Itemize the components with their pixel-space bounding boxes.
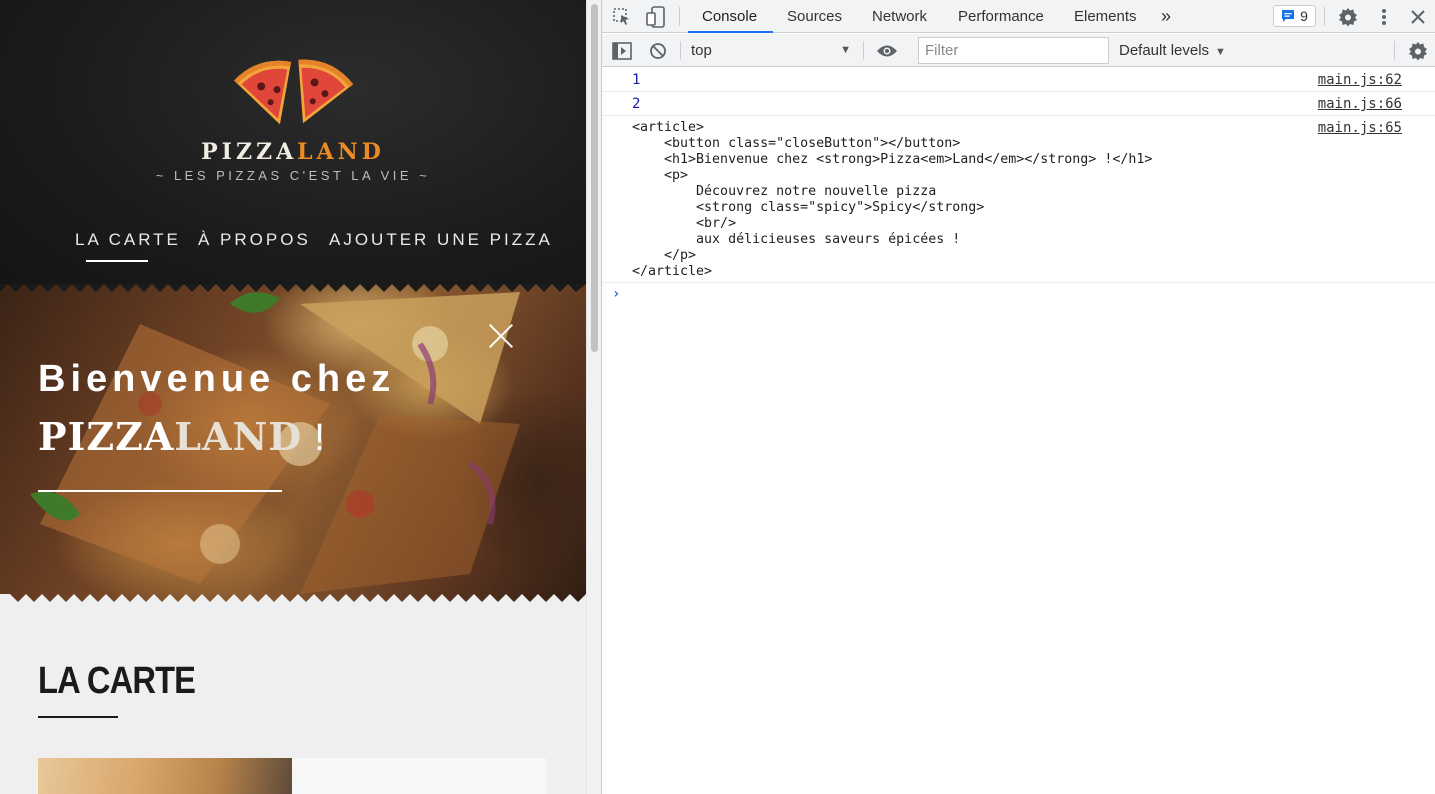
levels-dropdown-arrow-icon: ▼ [1215,46,1226,58]
tab-network[interactable]: Network [872,0,927,33]
logo-part-land: LAND [297,139,385,165]
console-output: 1 main.js:62 2 main.js:66 <article> <but… [602,68,1435,794]
device-toolbar-icon[interactable] [644,0,668,33]
issues-counter-button[interactable]: 9 [1273,5,1316,27]
log-levels-dropdown[interactable]: Default levels ▼ [1119,34,1226,67]
logo-part-pizza: PIZZA [201,139,298,165]
carte-title-divider [38,716,118,718]
console-log-row: <article> <button class="closeButton"></… [602,116,1435,283]
console-settings-gear-icon[interactable] [1406,34,1430,67]
hero-brand-land: LAND [174,414,303,459]
nav-item-a-propos[interactable]: À PROPOS [198,230,311,250]
log-source-link[interactable]: main.js:62 [1318,72,1402,88]
pizza-card-body[interactable] [292,758,546,794]
console-prompt-chevron-icon[interactable]: › [612,286,620,302]
nav-active-indicator [86,260,148,262]
devtools-panel: Console Sources Network Performance Elem… [602,0,1435,794]
log-source-link[interactable]: main.js:66 [1318,96,1402,112]
dropdown-arrow-icon: ▼ [840,44,851,56]
nav-item-ajouter-une-pizza[interactable]: AJOUTER UNE PIZZA [329,230,553,250]
hero-brand-pizza: PIZZA [38,414,175,459]
tab-console[interactable]: Console [702,0,757,33]
hero-heading-line1: Bienvenue chez [38,358,396,400]
js-context-select[interactable]: top ▼ [691,34,851,67]
devtools-tabbar: Console Sources Network Performance Elem… [602,0,1435,33]
toolbar-separator [680,41,681,60]
hero-banner: Bienvenue chez PIZZALAND! [0,284,586,606]
log-source-link[interactable]: main.js:65 [1318,120,1402,136]
site-tagline: ~ LES PIZZAS C'EST LA VIE ~ [155,168,431,183]
nav-item-la-carte[interactable]: LA CARTE [75,230,181,250]
toolbar-separator-2 [863,41,864,60]
main-nav: LA CARTE À PROPOS AJOUTER UNE PIZZA [0,230,586,262]
show-sidebar-icon[interactable] [610,34,634,67]
site-header: PIZZALAND ~ LES PIZZAS C'EST LA VIE ~ LA… [0,0,586,290]
inspect-element-icon[interactable] [610,0,634,33]
hero-brand: PIZZALAND! [38,414,326,460]
tabbar-separator [679,7,680,26]
message-icon [1282,10,1295,22]
log-html-element[interactable]: <article> <button class="closeButton"></… [632,120,1152,280]
log-levels-value: Default levels [1119,42,1210,59]
hero-divider [38,490,282,492]
logo-wordmark[interactable]: PIZZALAND [0,139,586,165]
console-log-row: 2 main.js:66 [602,92,1435,116]
carte-title: LA CARTE [38,660,196,702]
settings-gear-icon[interactable] [1336,0,1360,33]
more-tabs-chevron-icon[interactable]: » [1161,0,1171,33]
toolbar-separator-3 [1394,41,1395,60]
js-context-value: top [691,42,712,59]
close-devtools-icon[interactable] [1406,0,1430,33]
pizza-card-image[interactable] [38,758,292,794]
tab-performance[interactable]: Performance [958,0,1044,33]
tagline-text: LES PIZZAS C'EST LA VIE [173,168,413,183]
log-value: 2 [632,96,641,112]
carte-section: LA CARTE [0,602,586,794]
issues-count: 9 [1300,8,1308,24]
tab-elements[interactable]: Elements [1074,0,1137,33]
console-log-row: 1 main.js:62 [602,68,1435,92]
active-tab-indicator [688,31,773,33]
website-viewport: PIZZALAND ~ LES PIZZAS C'EST LA VIE ~ LA… [0,0,586,794]
website-scrollbar[interactable] [586,0,601,794]
hero-exclamation: ! [314,417,326,459]
tabbar-separator-right [1324,7,1325,26]
console-filter-input[interactable] [918,37,1109,64]
log-value: 1 [632,72,641,88]
clear-console-icon[interactable] [646,34,670,67]
hero-close-button[interactable] [486,322,516,352]
more-options-kebab-icon[interactable] [1372,0,1396,33]
live-expression-eye-icon[interactable] [874,34,900,67]
console-toolbar: top ▼ Default levels ▼ [602,34,1435,67]
pizza-logo-icon[interactable] [230,48,356,132]
tab-sources[interactable]: Sources [787,0,842,33]
website-scrollbar-thumb[interactable] [591,4,598,352]
